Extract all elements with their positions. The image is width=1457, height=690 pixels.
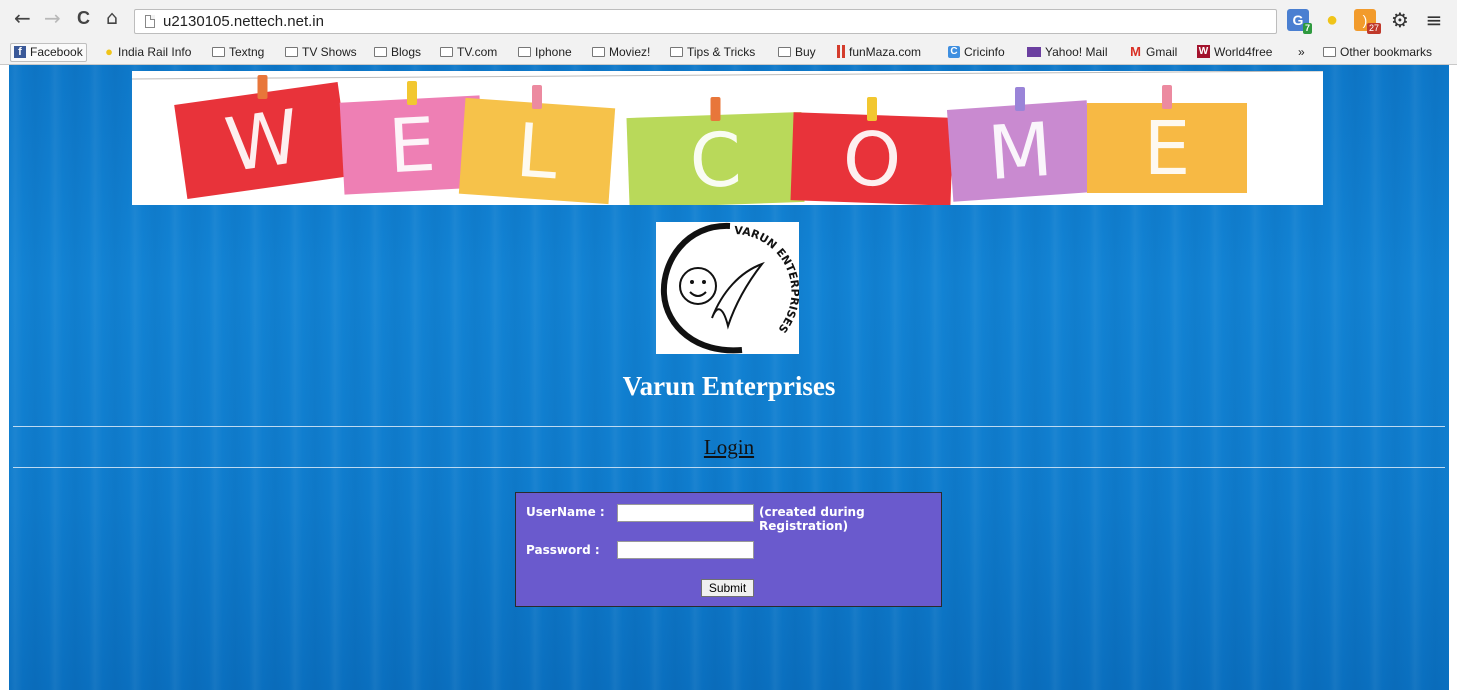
divider-top <box>13 426 1445 427</box>
folder-icon <box>374 46 387 57</box>
welcome-banner-image: WELCOME <box>131 70 1324 209</box>
username-hint: (created during Registration) <box>759 505 865 533</box>
login-form: UserName : (created during Registration)… <box>515 492 942 607</box>
clothes-peg-icon <box>532 85 542 109</box>
divider-bottom <box>13 467 1445 468</box>
settings-gear-icon[interactable]: ⚙ <box>1389 9 1411 31</box>
gmail-icon: M <box>1130 44 1141 60</box>
chrome-menu-icon[interactable]: ≡ <box>1423 9 1445 31</box>
clothes-peg-icon <box>257 75 268 99</box>
google-extension-badge: 7 <box>1302 23 1312 34</box>
password-label: Password : <box>526 543 600 557</box>
bookmark-moviez[interactable]: Moviez! <box>592 44 650 61</box>
bookmark-facebook[interactable]: f Facebook <box>10 43 87 62</box>
reload-button[interactable]: C <box>77 8 90 28</box>
bulb-icon: ● <box>105 44 113 60</box>
bookmark-cricinfo[interactable]: C Cricinfo <box>948 44 1005 61</box>
banner-letter: O <box>841 116 902 204</box>
bookmark-tips-tricks[interactable]: Tips & Tricks <box>670 44 755 61</box>
clothes-peg-icon <box>407 81 417 105</box>
company-logo-image: VARUN ENTERPRISES <box>660 222 801 354</box>
folder-icon <box>212 46 225 57</box>
browser-toolbar: ← → C ⌂ u2130105.nettech.net.in G7 ● ) 27… <box>0 0 1457 42</box>
clothes-peg-icon <box>867 97 877 121</box>
folder-icon <box>518 46 531 57</box>
clothes-peg-icon <box>1162 85 1172 109</box>
folder-icon <box>440 46 453 57</box>
submit-button[interactable]: Submit <box>701 579 754 597</box>
home-button[interactable]: ⌂ <box>106 8 118 28</box>
funmaza-icon <box>837 45 845 59</box>
company-logo: VARUN ENTERPRISES <box>656 222 801 354</box>
bookmark-gmail[interactable]: M Gmail <box>1129 44 1177 61</box>
address-bar[interactable]: u2130105.nettech.net.in <box>134 9 1277 34</box>
forward-button[interactable]: → <box>44 8 61 28</box>
banner-letter: M <box>985 107 1055 197</box>
bookmarks-bar: f Facebook ● India Rail Info Textng TV Sho… <box>0 42 1457 65</box>
world4free-icon: W <box>1197 45 1210 59</box>
bookmark-world4free[interactable]: W World4free <box>1197 44 1272 61</box>
company-name-heading: Varun Enterprises <box>622 371 836 401</box>
banner-letter: C <box>688 117 743 205</box>
bookmark-textng[interactable]: Textng <box>212 44 264 61</box>
username-label: UserName : <box>526 505 605 519</box>
welcome-banner: WELCOME <box>131 70 1324 209</box>
banner-letter: E <box>386 102 437 190</box>
bulb-extension-icon[interactable]: ● <box>1321 9 1343 31</box>
folder-icon <box>285 46 298 57</box>
banner-card-c: C <box>626 111 805 209</box>
svg-text:VARUN ENTERPRISES: VARUN ENTERPRISES <box>734 224 799 336</box>
folder-icon <box>1323 46 1336 57</box>
folder-icon <box>592 46 605 57</box>
folder-icon <box>778 46 791 57</box>
bookmark-iphone[interactable]: Iphone <box>518 44 572 61</box>
google-extension-icon[interactable]: G7 <box>1287 9 1312 34</box>
banner-letter: L <box>513 108 560 197</box>
banner-letter: E <box>1144 106 1191 192</box>
bookmarks-overflow-chevron[interactable]: » <box>1298 44 1305 61</box>
banner-card-w: W <box>174 81 351 200</box>
bookmark-buy[interactable]: Buy <box>778 44 816 61</box>
logo-text: VARUN ENTERPRISES <box>734 224 802 336</box>
password-input[interactable] <box>617 541 754 559</box>
banner-card-l: L <box>458 97 616 205</box>
bookmark-tv-com[interactable]: TV.com <box>440 44 497 61</box>
bookmark-yahoo-mail[interactable]: Yahoo! Mail <box>1027 44 1107 61</box>
cricinfo-icon: C <box>948 45 960 58</box>
bookmark-other-bookmarks[interactable]: Other bookmarks <box>1323 44 1432 61</box>
banner-card-m: M <box>946 100 1094 202</box>
folder-icon <box>670 46 683 57</box>
clothes-peg-icon <box>1015 87 1025 111</box>
login-link[interactable]: Login <box>9 435 1449 460</box>
facebook-icon: f <box>14 45 26 58</box>
username-input[interactable] <box>617 504 754 522</box>
banner-letter: W <box>220 94 304 189</box>
page-icon <box>145 15 155 28</box>
bookmark-blogs[interactable]: Blogs <box>374 44 421 61</box>
bookmark-tv-shows[interactable]: TV Shows <box>285 44 357 61</box>
clothes-peg-icon <box>710 97 721 121</box>
back-button[interactable]: ← <box>14 8 31 28</box>
yahoo-mail-icon <box>1027 46 1041 57</box>
page-content: WELCOME VARUN ENTERPRISES Varun Enterpri… <box>9 65 1449 690</box>
banner-card-o: O <box>790 112 954 206</box>
rss-extension-icon[interactable]: ) 27 <box>1354 9 1381 34</box>
bookmark-india-rail-info[interactable]: ● India Rail Info <box>104 44 191 61</box>
address-bar-url: u2130105.nettech.net.in <box>163 13 324 30</box>
bookmark-funmaza[interactable]: funMaza.com <box>837 44 921 61</box>
banner-card-e: E <box>1087 103 1247 193</box>
rss-extension-badge: 27 <box>1366 23 1381 34</box>
